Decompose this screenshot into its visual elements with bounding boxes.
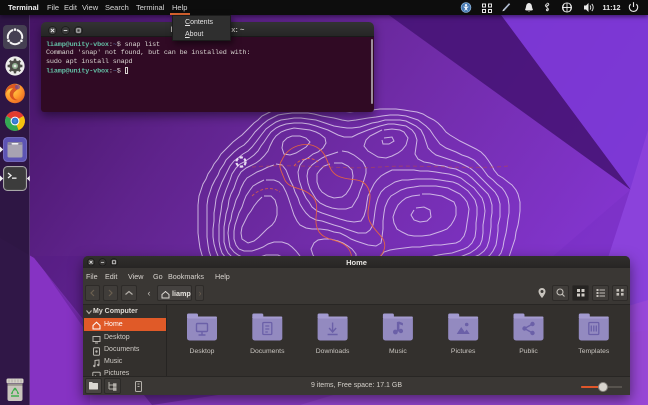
svg-text:11:12: 11:12 xyxy=(603,3,621,12)
